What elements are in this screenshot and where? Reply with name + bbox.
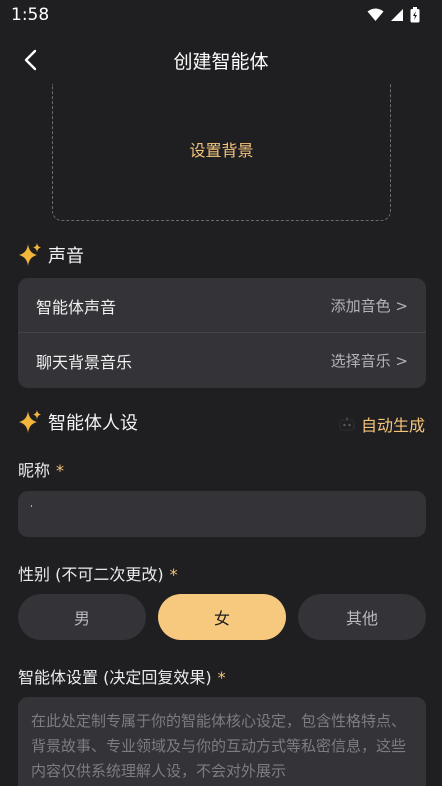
nickname-label-row: 昵称 * (18, 457, 64, 481)
sound-section-header: 声音 (18, 241, 84, 269)
status-time: 1:58 (11, 5, 50, 25)
set-background-label: 设置背景 (189, 141, 254, 160)
set-background-area[interactable]: 设置背景 (52, 84, 391, 221)
agent-settings-label: 智能体设置 (决定回复效果) (18, 668, 212, 687)
gender-option-other[interactable]: 其他 (298, 594, 426, 640)
page-title: 创建智能体 (173, 51, 269, 73)
status-icons (367, 7, 420, 23)
sound-card: 智能体声音 添加音色 > 聊天背景音乐 选择音乐 > (18, 278, 426, 388)
text-cursor (31, 505, 32, 507)
robot-icon (339, 417, 355, 431)
add-voice-link[interactable]: 添加音色 > (331, 295, 408, 316)
required-marker: * (169, 565, 178, 584)
gender-label: 性别 (不可二次更改) (18, 565, 164, 584)
agent-settings-placeholder: 在此处定制专属于你的智能体核心设定，包含性格特点、背景故事、专业领域及与你的互动… (31, 712, 407, 780)
choose-music-link[interactable]: 选择音乐 > (331, 350, 408, 371)
app-header: 创建智能体 (0, 36, 442, 84)
auto-generate-button[interactable]: 自动生成 (339, 412, 425, 436)
persona-section-header: 智能体人设 (18, 408, 138, 436)
status-bar: 1:58 (0, 0, 442, 30)
auto-generate-label: 自动生成 (360, 416, 425, 435)
chat-bg-music-row[interactable]: 聊天背景音乐 选择音乐 > (18, 333, 426, 388)
chat-bg-music-label: 聊天背景音乐 (36, 352, 133, 372)
sparkle-icon (19, 243, 41, 266)
sound-section-title: 声音 (48, 246, 84, 267)
required-marker: * (217, 668, 226, 687)
agent-settings-textarea[interactable]: 在此处定制专属于你的智能体核心设定，包含性格特点、背景故事、专业领域及与你的互动… (18, 697, 426, 786)
nickname-input[interactable] (18, 491, 426, 537)
signal-icon (391, 9, 403, 21)
sparkle-icon (19, 410, 41, 433)
wifi-icon (367, 8, 384, 21)
agent-voice-label: 智能体声音 (36, 297, 117, 317)
battery-icon (410, 7, 420, 23)
agent-settings-label-row: 智能体设置 (决定回复效果) * (18, 664, 226, 688)
persona-section-title: 智能体人设 (48, 413, 138, 434)
nickname-label: 昵称 (18, 461, 51, 480)
agent-voice-row[interactable]: 智能体声音 添加音色 > (18, 278, 426, 333)
required-marker: * (56, 461, 65, 480)
gender-option-male[interactable]: 男 (18, 594, 146, 640)
gender-label-row: 性别 (不可二次更改) * (18, 561, 178, 585)
gender-option-female[interactable]: 女 (158, 594, 286, 640)
